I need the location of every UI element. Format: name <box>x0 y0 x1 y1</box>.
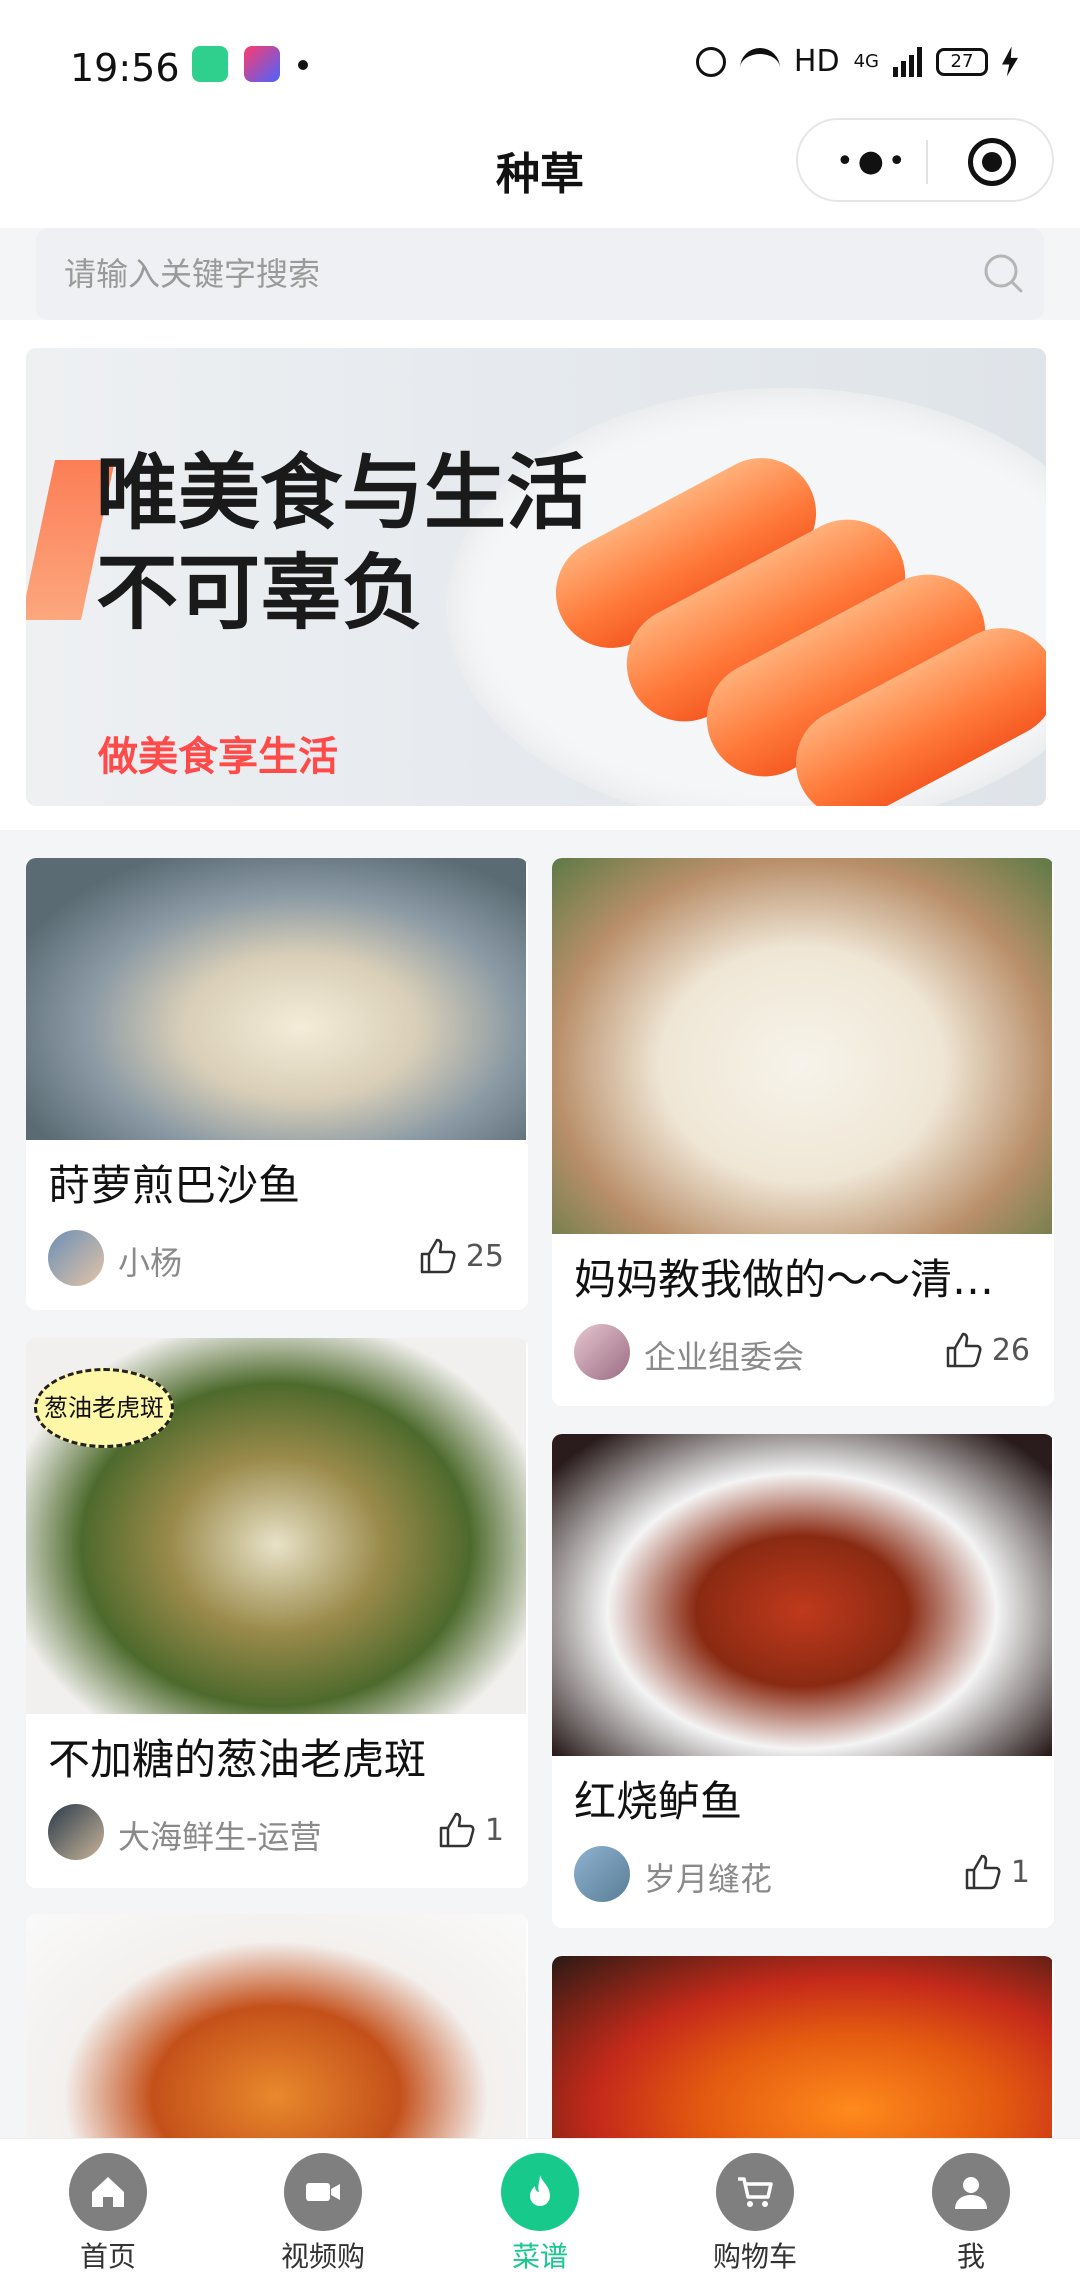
banner-tagline: 做美食享生活 <box>98 734 338 780</box>
wifi-icon <box>739 47 780 76</box>
recipe-title: 莳萝煎巴沙鱼 <box>48 1161 301 1210</box>
more-notifications-dot <box>298 60 308 70</box>
image-label-sticker: 葱油老虎斑 <box>34 1368 174 1448</box>
more-menu-button[interactable]: •●• <box>836 147 910 177</box>
like-button[interactable]: 25 <box>418 1236 504 1276</box>
recipe-meta: 岁月缝花 1 <box>574 1846 1030 1906</box>
capsule-divider <box>926 140 928 184</box>
tab-me[interactable]: 我 <box>906 2153 1036 2275</box>
thumbs-up-icon <box>965 1854 1001 1890</box>
thumbs-up-icon <box>946 1332 982 1368</box>
tab-label: 购物车 <box>712 2240 797 2273</box>
recipe-card[interactable]: 葱油老虎斑 不加糖的葱油老虎斑 大海鲜生-运营 1 <box>26 1338 528 1888</box>
tab-label: 菜谱 <box>511 2240 568 2273</box>
like-count: 26 <box>991 1332 1030 1368</box>
like-button[interactable]: 1 <box>437 1810 504 1850</box>
recipe-title: 不加糖的葱油老虎斑 <box>48 1735 427 1784</box>
status-bar: 19:56 HD 4G 27 <box>0 0 1080 128</box>
thumbs-up-icon <box>439 1812 475 1848</box>
tab-recipes[interactable]: 菜谱 <box>475 2153 605 2275</box>
search-icon[interactable] <box>982 252 1024 294</box>
recipe-card[interactable]: 莳萝煎巴沙鱼 小杨 25 <box>26 858 528 1310</box>
app-notification-icon <box>192 46 228 82</box>
like-button[interactable]: 26 <box>944 1330 1030 1370</box>
tab-label: 我 <box>956 2240 985 2273</box>
promo-banner[interactable]: 唯美食与生活 不可辜负 做美食享生活 <box>26 348 1046 806</box>
avatar[interactable] <box>48 1804 104 1860</box>
status-time: 19:56 <box>70 46 180 90</box>
banner-headline-line2: 不可辜负 <box>96 546 425 641</box>
video-camera-icon <box>284 2153 362 2231</box>
close-mini-program-button[interactable] <box>968 138 1016 186</box>
status-indicators: HD 4G 27 <box>695 44 1018 79</box>
recipe-meta: 大海鲜生-运营 1 <box>48 1804 504 1864</box>
mini-program-capsule: •●• <box>796 118 1054 202</box>
recipe-title: 妈妈教我做的～～清… <box>574 1255 995 1304</box>
like-count: 1 <box>484 1812 504 1848</box>
bottom-tab-bar: 首页 视频购 菜谱 购物车 我 <box>0 2138 1080 2280</box>
banner-section: 唯美食与生活 不可辜负 做美食享生活 <box>0 320 1080 830</box>
recipe-image <box>26 858 526 1140</box>
tab-label: 视频购 <box>280 2240 365 2273</box>
author-name[interactable]: 企业组委会 <box>644 1332 804 1378</box>
like-count: 25 <box>465 1238 504 1274</box>
recipe-image <box>552 1434 1052 1756</box>
banner-headline: 唯美食与生活 不可辜负 <box>96 444 588 644</box>
person-icon <box>932 2153 1010 2231</box>
avatar[interactable] <box>574 1324 630 1380</box>
app-notification-icon <box>244 46 280 82</box>
like-button[interactable]: 1 <box>963 1852 1030 1892</box>
author-name[interactable]: 小杨 <box>118 1238 182 1284</box>
tab-video-shop[interactable]: 视频购 <box>258 2153 388 2275</box>
recipe-meta: 企业组委会 26 <box>574 1324 1030 1384</box>
nav-bar: 种草 •●• <box>0 118 1080 228</box>
recipe-image <box>26 1914 526 2174</box>
signal-icon <box>893 46 922 77</box>
author-name[interactable]: 岁月缝花 <box>644 1854 772 1900</box>
recipe-card[interactable]: 妈妈教我做的～～清… 企业组委会 26 <box>552 858 1054 1406</box>
avatar[interactable] <box>574 1846 630 1902</box>
signal-type: 4G <box>853 51 879 72</box>
recipe-image <box>552 858 1052 1234</box>
network-type: HD <box>793 44 840 79</box>
avatar[interactable] <box>48 1230 104 1286</box>
charging-icon <box>1002 46 1018 77</box>
tab-home[interactable]: 首页 <box>43 2153 173 2275</box>
search-bar <box>36 228 1044 320</box>
thumbs-up-icon <box>420 1238 456 1274</box>
home-icon <box>69 2153 147 2231</box>
alarm-icon <box>695 46 726 77</box>
recipe-card[interactable]: 红烧鲈鱼 岁月缝花 1 <box>552 1434 1054 1928</box>
recipe-title: 红烧鲈鱼 <box>574 1777 743 1826</box>
flame-icon <box>501 2153 579 2231</box>
recipe-card[interactable] <box>26 1914 528 2174</box>
like-count: 1 <box>1010 1854 1030 1890</box>
cart-icon <box>716 2153 794 2231</box>
recipe-image: 葱油老虎斑 <box>26 1338 526 1714</box>
recipe-meta: 小杨 25 <box>48 1230 504 1290</box>
banner-headline-line1: 唯美食与生活 <box>96 446 589 541</box>
tab-cart[interactable]: 购物车 <box>690 2153 820 2275</box>
tab-label: 首页 <box>79 2240 136 2273</box>
search-input[interactable] <box>64 228 944 320</box>
author-name[interactable]: 大海鲜生-运营 <box>118 1812 322 1858</box>
battery-icon: 27 <box>936 47 988 76</box>
